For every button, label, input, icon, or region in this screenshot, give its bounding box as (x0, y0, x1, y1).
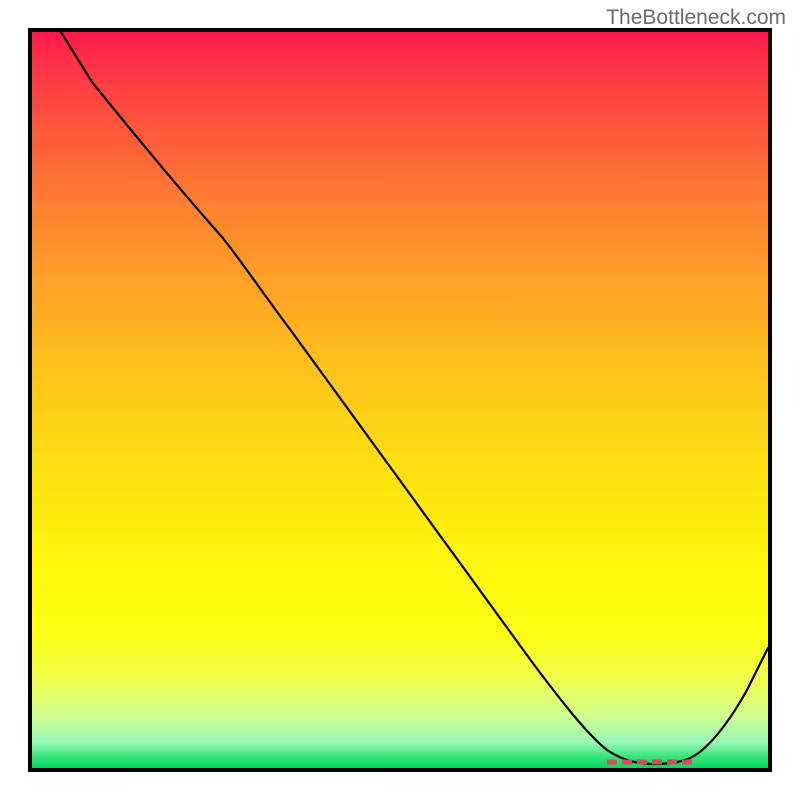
watermark-label: TheBottleneck.com (606, 6, 786, 30)
chart-container: TheBottleneck.com (0, 0, 800, 800)
plot-area (28, 28, 772, 772)
optimum-marker-layer (32, 32, 768, 768)
